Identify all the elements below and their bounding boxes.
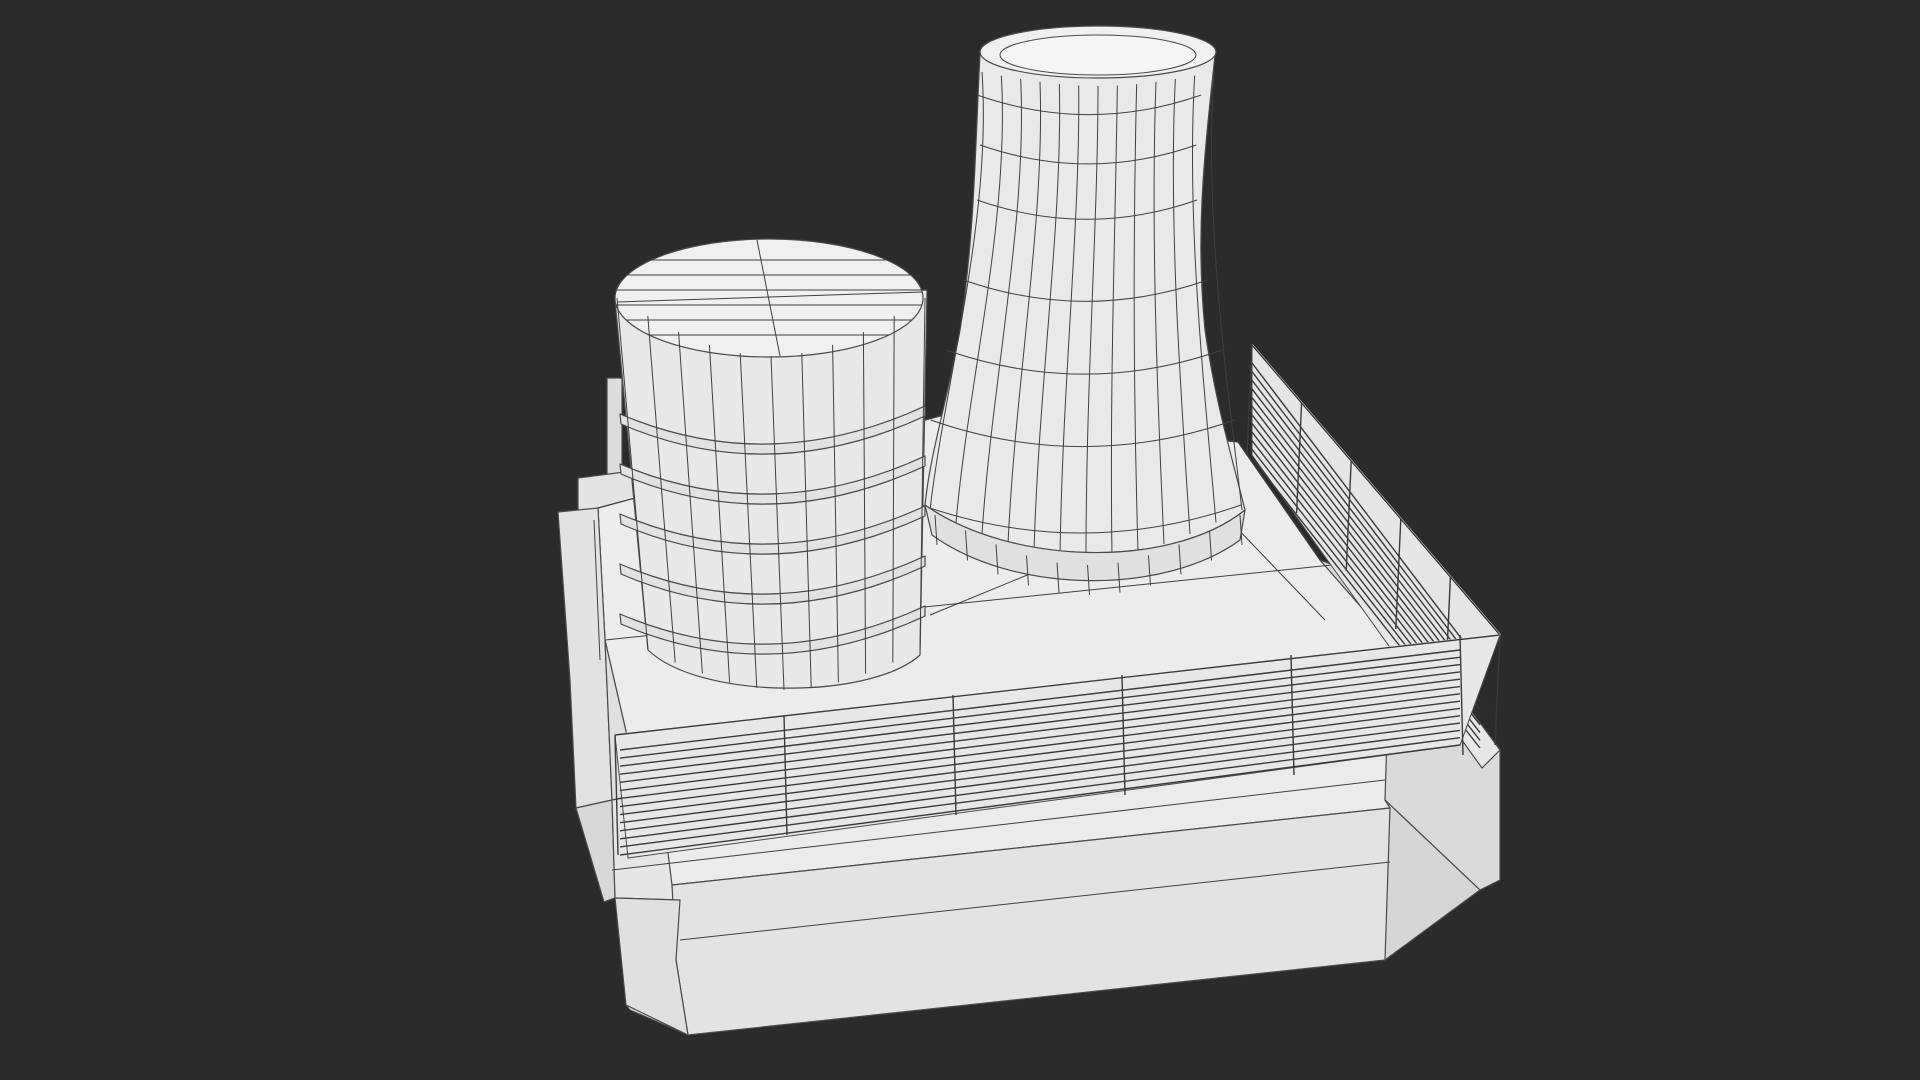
side-rail-post	[1246, 344, 1253, 456]
base-front-left-lower	[614, 897, 689, 1036]
3d-viewport[interactable]	[0, 0, 1920, 1080]
tower-opening	[999, 34, 1197, 76]
cylindrical-storage-tank	[614, 238, 928, 691]
base-left-column-foot	[575, 799, 616, 903]
power-plant-wireframe-model	[557, 25, 1501, 1036]
side-rail-post	[1494, 634, 1501, 746]
hyperboloid-cooling-tower	[920, 25, 1246, 596]
